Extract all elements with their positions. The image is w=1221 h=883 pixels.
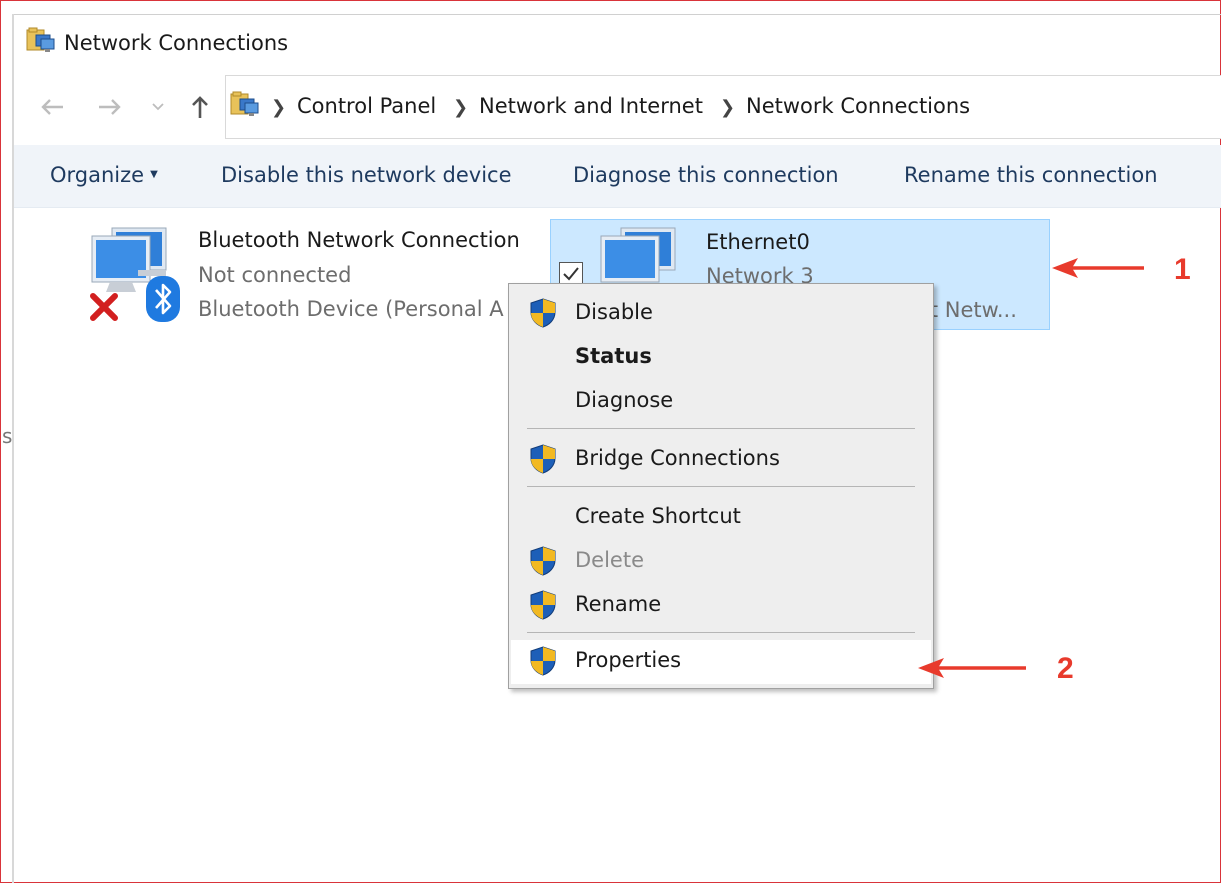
connection-name: Bluetooth Network Connection xyxy=(198,228,520,252)
organize-menu-button[interactable]: Organize ▼ xyxy=(50,163,158,187)
breadcrumb-network-connections[interactable]: Network Connections xyxy=(746,94,970,118)
organize-label: Organize xyxy=(50,163,145,187)
chevron-down-icon xyxy=(152,103,164,111)
forward-button[interactable] xyxy=(94,89,126,125)
menu-separator xyxy=(527,632,915,633)
checkmark-icon xyxy=(563,267,579,281)
connection-status: Not connected xyxy=(198,263,352,287)
menu-item-label: Create Shortcut xyxy=(575,504,741,528)
menu-item-status[interactable]: Status xyxy=(511,336,931,378)
uac-shield-icon xyxy=(530,546,556,576)
menu-item-label: Delete xyxy=(575,548,644,572)
menu-item-rename[interactable]: Rename xyxy=(511,584,931,626)
annotation-step-2: 2 xyxy=(1057,652,1074,685)
breadcrumb-network-and-internet[interactable]: Network and Internet xyxy=(479,94,703,118)
menu-separator xyxy=(527,486,915,487)
stray-text: s xyxy=(2,424,13,448)
annotation-arrow-icon xyxy=(1052,258,1144,278)
connection-device: Bluetooth Device (Personal A xyxy=(198,297,504,321)
uac-shield-icon xyxy=(530,590,556,620)
annotation-arrow-icon xyxy=(918,658,1026,678)
disconnected-x-icon xyxy=(90,293,118,321)
caret-down-icon: ▼ xyxy=(150,169,158,180)
uac-shield-icon xyxy=(530,646,556,676)
menu-item-label: Properties xyxy=(575,648,682,672)
menu-item-delete[interactable]: Delete xyxy=(511,540,931,582)
address-bar[interactable]: ❯ Control Panel ❯ Network and Internet ❯… xyxy=(225,75,1221,139)
arrow-left-icon xyxy=(41,99,63,115)
title-bar: Network Connections xyxy=(14,15,1221,75)
diagnose-connection-button[interactable]: Diagnose this connection xyxy=(573,163,839,187)
disable-device-button[interactable]: Disable this network device xyxy=(221,163,512,187)
connection-name: Ethernet0 xyxy=(706,230,810,254)
menu-item-properties[interactable]: Properties xyxy=(511,640,931,684)
menu-item-label: Status xyxy=(575,344,652,368)
connection-item-bluetooth[interactable]: Bluetooth Network Connection Not connect… xyxy=(84,222,524,327)
breadcrumb-separator-icon: ❯ xyxy=(720,97,736,118)
menu-item-label: Bridge Connections xyxy=(575,446,780,470)
menu-item-label: Rename xyxy=(575,592,662,616)
command-bar: Organize ▼ Disable this network device Di… xyxy=(14,145,1221,208)
uac-shield-icon xyxy=(530,444,556,474)
menu-item-label: Diagnose xyxy=(575,388,674,412)
uac-shield-icon xyxy=(530,298,556,328)
menu-item-label: Disable xyxy=(575,300,653,324)
bluetooth-icon xyxy=(146,276,180,322)
menu-item-diagnose[interactable]: Diagnose xyxy=(511,380,931,422)
up-button[interactable] xyxy=(184,89,216,125)
network-adapter-icon xyxy=(600,227,676,283)
breadcrumb-separator-icon: ❯ xyxy=(271,97,287,118)
recent-locations-button[interactable] xyxy=(142,89,174,125)
navigation-bar: ❯ Control Panel ❯ Network and Internet ❯… xyxy=(14,75,1221,141)
menu-item-disable[interactable]: Disable xyxy=(511,292,931,334)
window-title: Network Connections xyxy=(64,31,289,55)
back-button[interactable] xyxy=(36,89,68,125)
menu-item-create-shortcut[interactable]: Create Shortcut xyxy=(511,496,931,538)
network-folder-icon xyxy=(230,91,259,116)
arrow-right-icon xyxy=(99,99,121,115)
connection-device: it Netw... xyxy=(924,298,1017,322)
annotation-step-1: 1 xyxy=(1174,253,1191,286)
context-menu: Disable Status Diagnose Bridge Connectio… xyxy=(508,283,934,689)
breadcrumb-control-panel[interactable]: Control Panel xyxy=(297,94,436,118)
network-connections-icon xyxy=(26,27,55,52)
menu-separator xyxy=(527,428,915,429)
breadcrumb-separator-icon: ❯ xyxy=(453,97,469,118)
menu-item-bridge-connections[interactable]: Bridge Connections xyxy=(511,438,931,480)
rename-connection-button[interactable]: Rename this connection xyxy=(904,163,1158,187)
arrow-up-icon xyxy=(192,96,208,118)
